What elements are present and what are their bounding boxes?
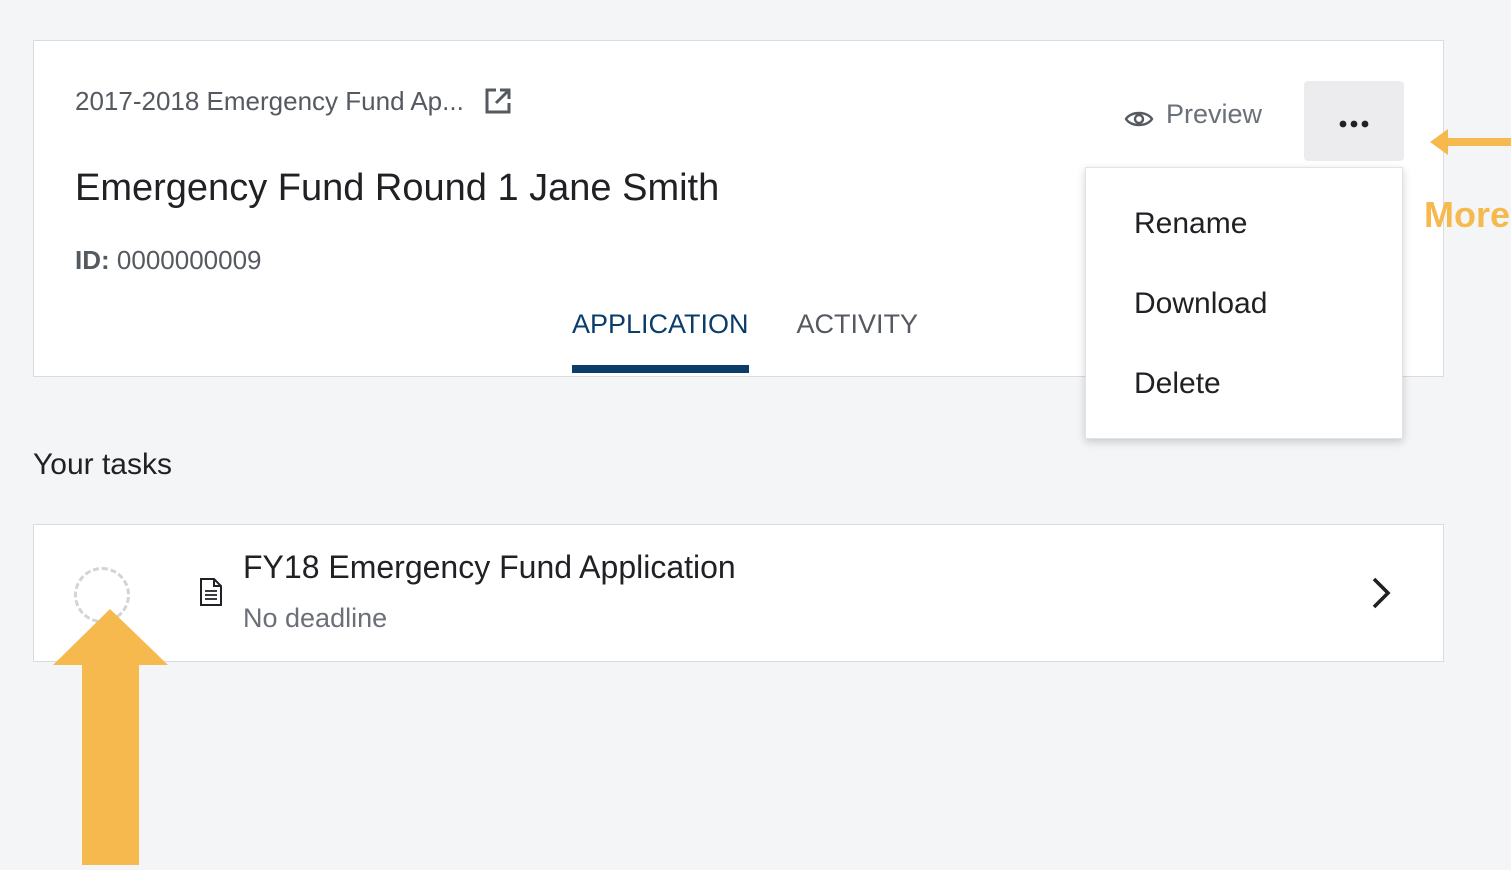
external-link-icon[interactable] [482,85,514,117]
task-row[interactable]: FY18 Emergency Fund Application No deadl… [33,524,1444,662]
eye-icon [1124,105,1154,126]
preview-label: Preview [1166,99,1263,129]
menu-item-delete[interactable]: Delete [1086,344,1402,424]
annotation-label-more: More [1424,194,1511,235]
preview-button[interactable]: Preview [1124,99,1262,130]
tab-bar: APPLICATION ACTIVITY [572,309,918,373]
breadcrumb[interactable]: 2017-2018 Emergency Fund Ap... [75,85,514,117]
document-icon [196,577,226,607]
more-dots-icon [1338,116,1370,128]
task-deadline: No deadline [243,603,388,633]
menu-item-rename[interactable]: Rename [1086,184,1402,264]
tab-activity[interactable]: ACTIVITY [797,309,919,373]
more-options-menu: Rename Download Delete [1085,167,1403,439]
page-title: Emergency Fund Round 1 Jane Smith [75,167,720,209]
record-id: ID: 0000000009 [75,245,262,276]
annotation-arrow-left [1430,128,1511,156]
menu-item-download[interactable]: Download [1086,264,1402,344]
breadcrumb-link-text[interactable]: 2017-2018 Emergency Fund Ap... [75,86,464,117]
record-id-label: ID: [75,245,110,275]
task-title[interactable]: FY18 Emergency Fund Application [243,549,736,586]
record-id-value: 0000000009 [109,245,262,275]
tasks-heading: Your tasks [33,448,172,481]
chevron-right-icon[interactable] [1370,575,1392,611]
annotation-arrow-up [53,609,168,865]
tab-application[interactable]: APPLICATION [572,309,749,373]
more-options-button[interactable] [1304,81,1404,161]
